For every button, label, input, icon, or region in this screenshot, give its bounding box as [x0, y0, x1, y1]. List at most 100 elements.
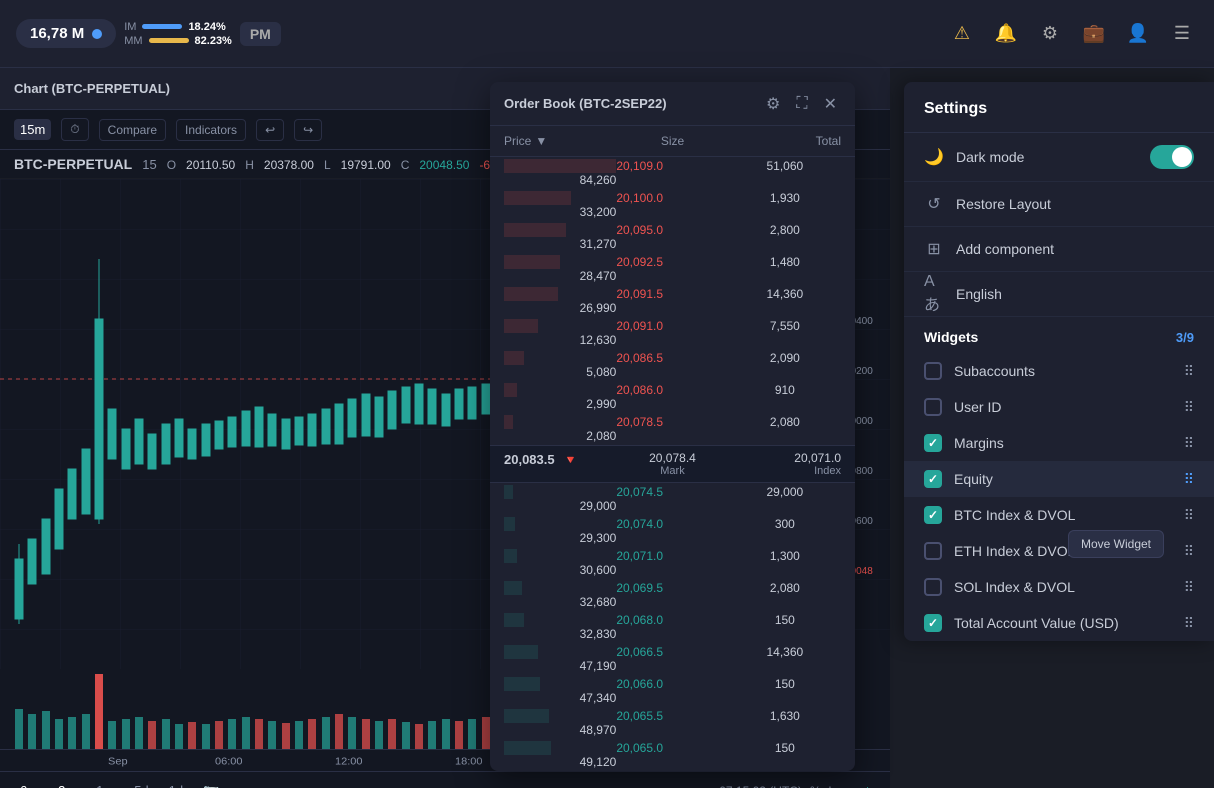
- drag-icon[interactable]: ⠿: [1184, 471, 1194, 488]
- chart-bottom: 6m 3m 1m 5d 1d 📷 07:15:02 (UTC) % log au…: [0, 771, 890, 788]
- ob-expand-btn[interactable]: ⛶: [792, 91, 811, 117]
- spread-index-val: 20,071.0: [729, 451, 841, 465]
- settings-panel: Settings 🌙 Dark mode ↺ Restore Layout ⊞ …: [904, 82, 1214, 641]
- widget-row-subaccounts[interactable]: Subaccounts ⠿: [904, 353, 1214, 389]
- ask-row: 20,092.5 1,480 28,470: [490, 253, 855, 285]
- widget-checkbox[interactable]: [924, 470, 942, 488]
- ob-close-btn[interactable]: ✕: [820, 90, 841, 118]
- widget-row-total-account-value-(usd)[interactable]: Total Account Value (USD) ⠿: [904, 605, 1214, 641]
- svg-text:12:00: 12:00: [335, 756, 363, 768]
- bid-row: 20,068.0 150 32,830: [490, 611, 855, 643]
- bid-row: 20,065.0 150 49,120: [490, 739, 855, 771]
- settings-icon[interactable]: ⚙: [1034, 18, 1066, 50]
- bid-row: 20,065.5 1,630 48,970: [490, 707, 855, 739]
- widget-checkbox[interactable]: [924, 578, 942, 596]
- widget-row-user-id[interactable]: User ID ⠿: [904, 389, 1214, 425]
- wallet-icon[interactable]: 💼: [1078, 18, 1110, 50]
- margin-info: IM 18.24% MM 82.23%: [124, 21, 232, 47]
- widget-checkbox[interactable]: [924, 542, 942, 560]
- timeframe-6m-btn[interactable]: 6m: [14, 780, 44, 788]
- screenshot-btn[interactable]: 📷: [197, 780, 225, 788]
- warning-icon[interactable]: ⚠: [946, 18, 978, 50]
- compare-btn[interactable]: Compare: [99, 119, 166, 141]
- indicators-btn[interactable]: Indicators: [176, 119, 246, 141]
- widget-label: Subaccounts: [954, 363, 1172, 379]
- redo-btn[interactable]: ↪: [294, 119, 322, 141]
- dark-mode-toggle[interactable]: [1150, 145, 1194, 169]
- widget-row-margins[interactable]: Margins ⠿: [904, 425, 1214, 461]
- restore-layout-row[interactable]: ↺ Restore Layout: [904, 182, 1214, 227]
- ask-row: 20,078.5 2,080 2,080: [490, 413, 855, 445]
- undo-btn[interactable]: ↩: [256, 119, 284, 141]
- timeframe-3m-btn[interactable]: 3m: [52, 780, 82, 788]
- widget-row-equity[interactable]: Equity ⠿: [904, 461, 1214, 497]
- ob-spread: 20,083.5 🔻 20,078.4 Mark 20,071.0 Index: [490, 445, 855, 483]
- timeframe-5d-btn[interactable]: 5d: [128, 780, 154, 788]
- bid-row: 20,066.0 150 47,340: [490, 675, 855, 707]
- bid-row: 20,071.0 1,300 30,600: [490, 547, 855, 579]
- widget-checkbox[interactable]: [924, 398, 942, 416]
- spread-index-label: Index: [729, 465, 841, 477]
- ask-row: 20,086.5 2,090 5,080: [490, 349, 855, 381]
- balance-dot: [92, 29, 102, 39]
- widget-checkbox[interactable]: [924, 362, 942, 380]
- user-icon[interactable]: 👤: [1122, 18, 1154, 50]
- high-val: 20378.00: [264, 158, 314, 172]
- widget-row-btc-index-&-dvol[interactable]: BTC Index & DVOL ⠿: [904, 497, 1214, 533]
- bell-icon[interactable]: 🔔: [990, 18, 1022, 50]
- spread-price: 20,083.5: [504, 452, 555, 467]
- interval-btn[interactable]: ⏱: [61, 118, 88, 141]
- dark-mode-label: Dark mode: [956, 149, 1138, 165]
- ob-columns: Price ▼ Size Total: [490, 126, 855, 157]
- price-col-header: Price ▼: [504, 130, 616, 152]
- log-btn[interactable]: log: [829, 784, 845, 788]
- widget-label: Margins: [954, 435, 1172, 451]
- settings-title: Settings: [904, 82, 1214, 133]
- total-col-header: Total: [729, 130, 841, 152]
- ask-row: 20,086.0 910 2,990: [490, 381, 855, 413]
- ob-settings-btn[interactable]: ⚙: [762, 90, 784, 118]
- spread-mark-label: Mark: [616, 465, 728, 477]
- add-component-row[interactable]: ⊞ Add component: [904, 227, 1214, 272]
- menu-icon[interactable]: ☰: [1166, 18, 1198, 50]
- ob-header: Order Book (BTC-2SEP22) ⚙ ⛶ ✕: [490, 82, 855, 126]
- widget-label: User ID: [954, 399, 1172, 415]
- ask-row: 20,095.0 2,800 31,270: [490, 221, 855, 253]
- timeframe-15m[interactable]: 15m: [14, 119, 51, 140]
- widget-row-eth-index-&-dvol[interactable]: ETH Index & DVOL ⠿: [904, 533, 1214, 569]
- ticker-interval: 15: [142, 157, 156, 172]
- widgets-title: Widgets: [924, 329, 1168, 345]
- svg-text:06:00: 06:00: [215, 756, 243, 768]
- drag-icon: ⠿: [1184, 363, 1194, 380]
- restore-layout-label: Restore Layout: [956, 196, 1194, 212]
- bid-row: 20,069.5 2,080 32,680: [490, 579, 855, 611]
- ask-row: 20,091.0 7,550 12,630: [490, 317, 855, 349]
- language-label: English: [956, 286, 1194, 302]
- dark-mode-row[interactable]: 🌙 Dark mode: [904, 133, 1214, 182]
- language-row[interactable]: Aあ English: [904, 272, 1214, 317]
- widget-list: Subaccounts ⠿ User ID ⠿ Margins ⠿ Equity…: [904, 353, 1214, 641]
- drag-icon: ⠿: [1184, 579, 1194, 596]
- timeframe-1m-btn[interactable]: 1m: [90, 780, 120, 788]
- widget-checkbox[interactable]: [924, 506, 942, 524]
- ask-row: 20,109.0 51,060 84,260: [490, 157, 855, 189]
- margin-im-row: IM 18.24%: [124, 21, 232, 33]
- pct-btn[interactable]: %: [810, 784, 821, 788]
- spread-mark-val: 20,078.4: [616, 451, 728, 465]
- move-widget-tooltip: Move Widget: [1068, 530, 1164, 558]
- timeframe-1d-btn[interactable]: 1d: [163, 780, 189, 788]
- size-col-header: Size: [616, 130, 728, 152]
- drag-icon: ⠿: [1184, 543, 1194, 560]
- widget-row-sol-index-&-dvol[interactable]: SOL Index & DVOL ⠿: [904, 569, 1214, 605]
- auto-btn[interactable]: auto: [853, 784, 876, 788]
- bid-row: 20,074.5 29,000 29,000: [490, 483, 855, 515]
- topbar: 16,78 M IM 18.24% MM 82.23% PM ⚠ 🔔 ⚙ 💼 👤…: [0, 0, 1214, 68]
- ask-rows: 20,109.0 51,060 84,260 20,100.0 1,930 33…: [490, 157, 855, 445]
- spread-down-icon: 🔻: [563, 453, 578, 467]
- widget-checkbox[interactable]: [924, 434, 942, 452]
- balance-pill: 16,78 M: [16, 19, 116, 48]
- widget-checkbox[interactable]: [924, 614, 942, 632]
- add-component-label: Add component: [956, 241, 1194, 257]
- chart-title: Chart (BTC-PERPETUAL): [14, 81, 170, 96]
- dark-mode-icon: 🌙: [924, 147, 944, 167]
